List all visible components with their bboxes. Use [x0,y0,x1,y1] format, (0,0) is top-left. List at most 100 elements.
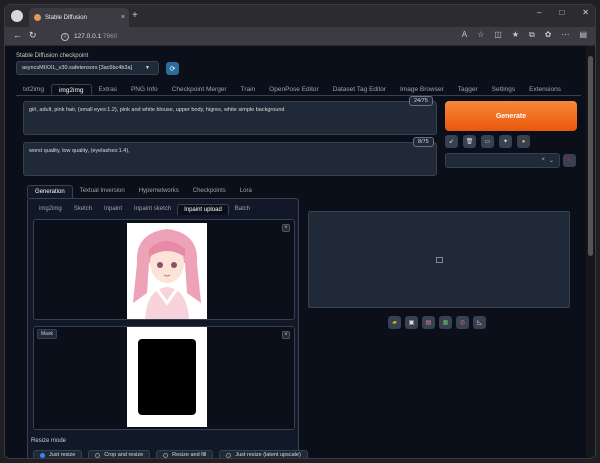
tab-txt2img[interactable]: txt2img [16,84,51,95]
sidebar-icon[interactable]: ▤ [579,30,587,40]
maximize-button[interactable]: □ [559,8,564,17]
tab-openpose-editor[interactable]: OpenPose Editor [262,84,326,95]
page-scrollbar[interactable] [586,46,595,458]
prompt-token-counter: 24/75 [409,96,433,106]
tab-img2img-mode[interactable]: img2img [33,204,68,215]
read-aloud-icon[interactable]: A [462,30,467,40]
main-tabs: txt2img img2img Extras PNG Info Checkpoi… [16,84,581,96]
radio-dot [95,452,101,458]
zip-icon[interactable]: ▤ [422,316,435,329]
url-port: :7860 [101,33,118,40]
save-icon[interactable]: ▣ [405,316,418,329]
resize-option-label: Resize and fill [172,452,207,458]
tab-sketch[interactable]: Sketch [68,204,98,215]
tab-batch[interactable]: Batch [229,204,256,215]
tab-inpaint-sketch[interactable]: Inpaint sketch [128,204,177,215]
checkpoint-select[interactable]: asyncsMIXXL_v30.safetensors [3ac6bc4b3a]… [16,61,159,75]
close-window-button[interactable]: ✕ [582,8,589,17]
close-icon[interactable]: × [282,331,290,339]
tab-textual-inversion[interactable]: Textual Inversion [73,185,132,198]
tab-lora[interactable]: Lora [233,185,259,198]
clipboard-icon[interactable]: ▭ [481,135,494,148]
refresh-icon[interactable]: ⟳ [166,62,179,75]
tab-png-info[interactable]: PNG Info [124,84,165,95]
tab-close-icon[interactable]: × [121,14,129,21]
image-placeholder-icon [436,257,443,263]
tab-title: Stable Diffusion [45,14,87,21]
tab-train[interactable]: Train [234,84,263,95]
extensions-icon[interactable]: ✿ [545,30,552,40]
split-screen-icon[interactable]: ◫ [494,30,502,40]
resize-option-latent-upscale[interactable]: Just resize (latent upscale) [219,450,308,458]
tab-inpaint[interactable]: Inpaint [98,204,128,215]
source-image-box[interactable]: × [33,219,295,320]
send-to-inpaint-icon[interactable]: ◎ [456,316,469,329]
browser-tab[interactable]: Stable Diffusion × [29,8,129,27]
send-to-extras-icon[interactable]: ◺ [473,316,486,329]
prompt-input[interactable]: girl, adult, pink hair, (small eyes:1.2)… [23,101,437,135]
tab-img2img[interactable]: img2img [50,84,92,95]
collections-icon[interactable]: ⧉ [529,30,535,40]
site-info-icon[interactable]: i [61,32,69,41]
tab-dataset-tag-editor[interactable]: Dataset Tag Editor [326,84,393,95]
clear-styles-icon[interactable]: × [541,157,545,163]
mask-label: Mask [37,329,57,339]
tab-settings[interactable]: Settings [485,84,523,95]
browser-toolbar: A ☆ ◫ ★ ⧉ ✿ ⋯ ▤ [462,30,587,40]
extra-networks-icon[interactable]: ✦ [499,135,512,148]
checkpoint-label: Stable Diffusion checkpoint [16,53,89,59]
resize-option-just-resize[interactable]: Just resize [33,450,83,458]
resize-option-label: Just resize [49,452,76,458]
url-host: 127.0.0.1 [74,33,102,40]
address-bar: ← ↻ i 127.0.0.1:7860 A ☆ ◫ ★ ⧉ ✿ ⋯ ▤ [5,27,595,46]
output-gallery [308,211,570,308]
tab-image-browser[interactable]: Image Browser [393,84,451,95]
tab-checkpoint-merger[interactable]: Checkpoint Merger [165,84,234,95]
resize-option-resize-and-fill[interactable]: Resize and fill [156,450,214,458]
resize-option-crop-and-resize[interactable]: Crop and resize [88,450,151,458]
tab-extensions[interactable]: Extensions [522,84,568,95]
profile-avatar[interactable] [11,10,23,22]
window-controls: – □ ✕ [537,8,589,17]
favorites-icon[interactable]: ★ [512,30,519,40]
reload-icon[interactable]: ↻ [29,30,37,41]
tab-hypernetworks[interactable]: Hypernetworks [132,185,186,198]
radio-dot [163,452,169,458]
tab-generation[interactable]: Generation [27,185,73,198]
scrollbar-thumb[interactable] [588,56,593,256]
output-buttons: ▰ ▣ ▤ ▦ ◎ ◺ [388,316,486,329]
minimize-button[interactable]: – [537,8,541,17]
chevron-down-icon: ⌄ [548,158,554,164]
send-to-img2img-icon[interactable]: ▦ [439,316,452,329]
resize-option-label: Crop and resize [104,452,144,458]
sub-tabs: Generation Textual Inversion Hypernetwor… [27,185,259,198]
favorite-star-icon[interactable]: ☆ [477,30,484,40]
favicon-icon [34,14,41,21]
chevron-down-icon: ▼ [145,65,150,71]
more-icon[interactable]: ⋯ [561,30,569,40]
trash-icon[interactable]: 🗑 [463,135,476,148]
mask-image-box[interactable]: Mask × [33,326,295,430]
tab-checkpoints[interactable]: Checkpoints [186,185,233,198]
close-icon[interactable]: × [282,224,290,232]
generate-button[interactable]: Generate [445,101,577,131]
tab-extras[interactable]: Extras [92,84,124,95]
tab-inpaint-upload[interactable]: Inpaint upload [177,204,229,215]
styles-dropdown[interactable]: × ⌄ [445,153,560,168]
url-field[interactable]: i 127.0.0.1:7860 [61,30,117,43]
resize-option-label: Just resize (latent upscale) [235,452,301,458]
tab-tagger[interactable]: Tagger [451,84,485,95]
resize-mode-label: Resize mode [31,438,67,444]
negative-prompt-input[interactable]: worst quality, low quality, (eyelashes:1… [23,142,437,176]
webui-page: Stable Diffusion checkpoint asyncsMIXXL_… [5,46,588,458]
checkpoint-value: asyncsMIXXL_v30.safetensors [3ac6bc4b3a] [22,65,133,71]
new-tab-button[interactable]: + [132,10,138,21]
resize-mode-options: Just resize Crop and resize Resize and f… [33,450,308,458]
browser-window: Stable Diffusion × + – □ ✕ ← ↻ i 127.0.0… [4,4,596,459]
tool-buttons: ↙ 🗑 ▭ ✦ ● [445,135,530,148]
folder-icon[interactable]: ▰ [388,316,401,329]
paste-icon[interactable]: ↙ [445,135,458,148]
back-icon[interactable]: ← [13,30,22,40]
style-icon[interactable]: ● [517,135,530,148]
apply-style-icon[interactable]: ✎ [563,154,576,167]
